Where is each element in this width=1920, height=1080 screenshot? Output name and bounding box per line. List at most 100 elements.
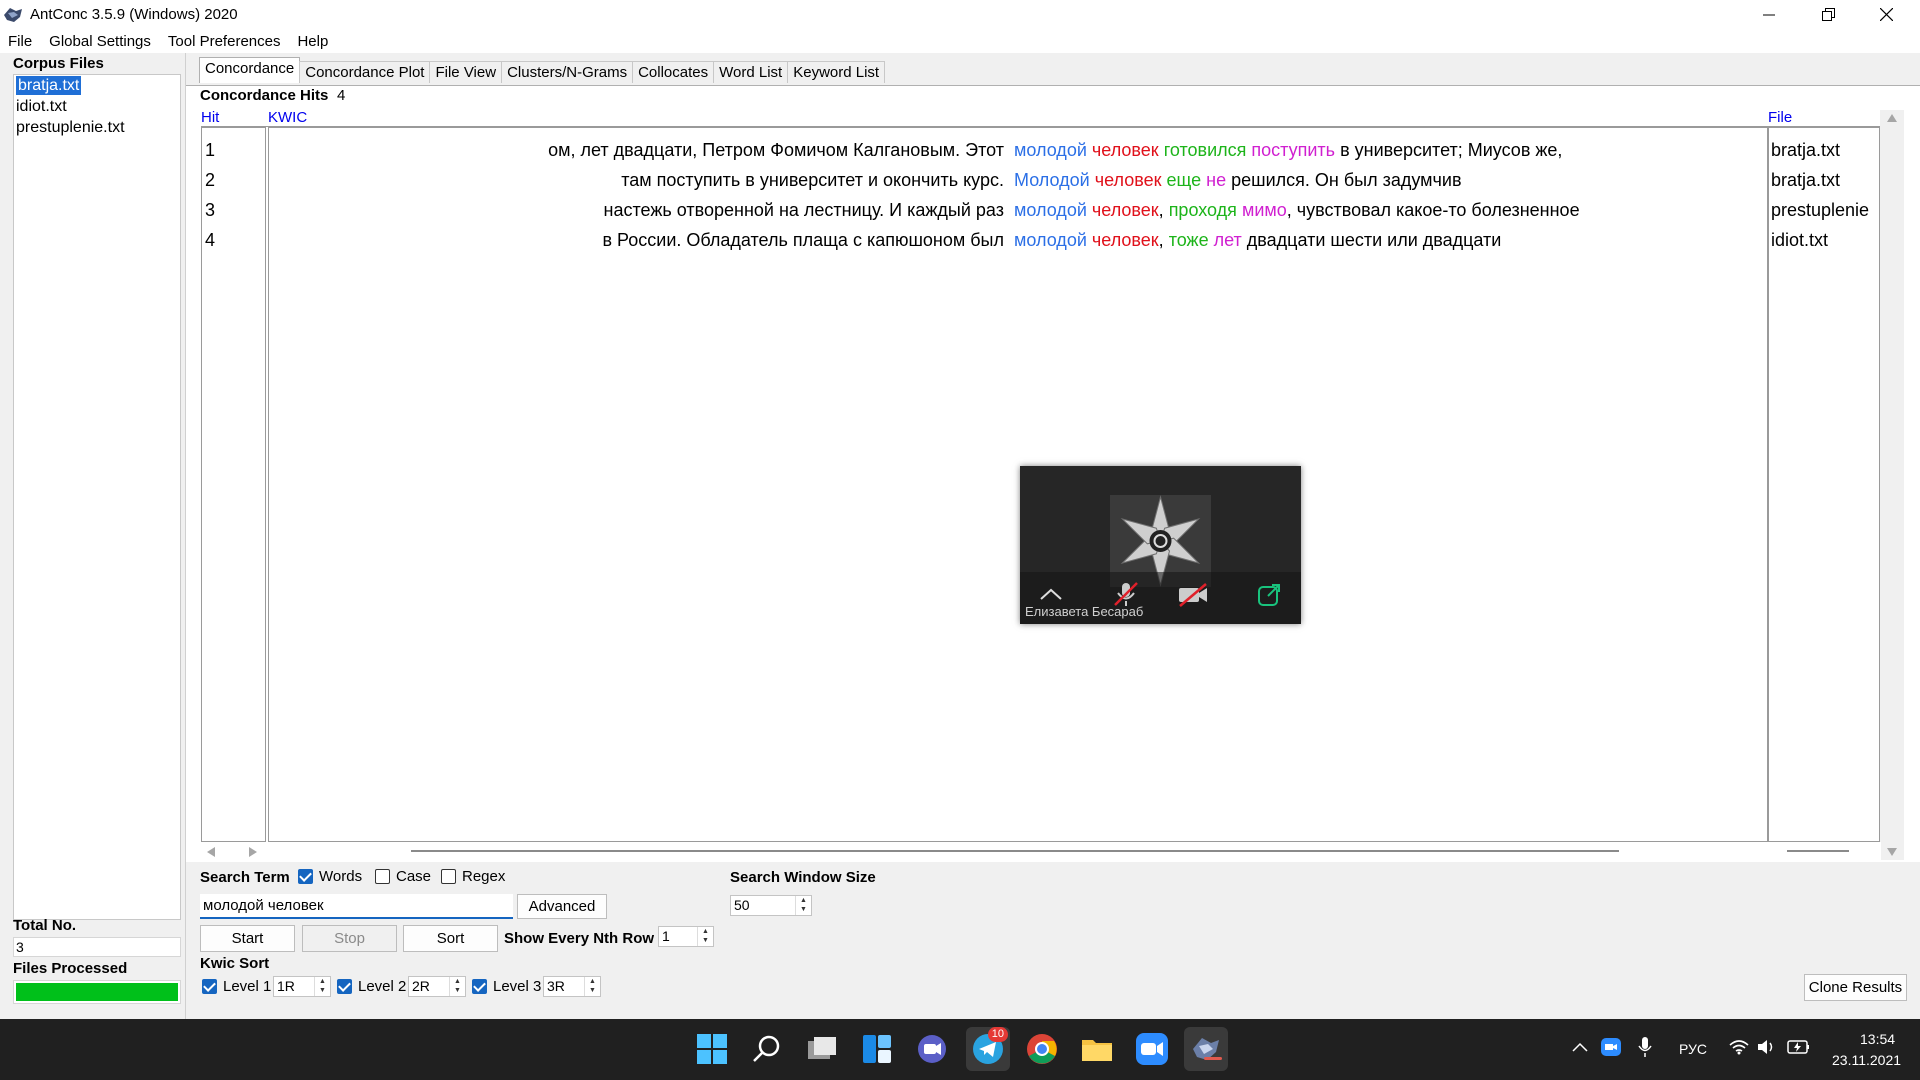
volume-icon[interactable] [1757,1038,1777,1056]
kwic-line[interactable]: настежь отворенной на лестницу. И каждый… [269,195,1767,225]
antconc-taskbar-button[interactable] [1184,1027,1228,1071]
kwic-right-context: молодой человек, проходя мимо, чувствова… [1014,195,1580,225]
windows-start-icon[interactable] [694,1031,730,1067]
task-view-icon[interactable] [804,1031,840,1067]
spinner-arrows-icon[interactable]: ▲ ▼ [449,977,465,996]
menu-tool-preferences[interactable]: Tool Preferences [168,33,281,50]
expand-window-icon[interactable] [1257,583,1281,607]
clock-date[interactable]: 23.11.2021 [1832,1052,1901,1068]
file-name[interactable]: idiot.txt [1769,225,1879,255]
close-button[interactable] [1858,0,1914,29]
camera-off-icon[interactable] [1177,582,1209,608]
file-rows: bratja.txt bratja.txt prestuplenie idiot.tx… [1769,128,1879,255]
minimize-button[interactable] [1741,0,1797,29]
telegram-button[interactable]: 10 [966,1027,1010,1071]
kwic-sort-level-1: Level 1 [202,978,271,995]
spinner-arrows-icon[interactable]: ▲ ▼ [314,977,330,996]
words-option[interactable]: Words [298,868,362,885]
corpus-file-item[interactable]: prestuplenie.txt [14,117,180,138]
battery-charging-icon[interactable] [1787,1039,1811,1055]
file-explorer-icon[interactable] [1079,1031,1115,1067]
scroll-left-icon[interactable] [207,847,215,857]
tab-concordance[interactable]: Concordance [199,57,301,83]
clone-results-button[interactable]: Clone Results [1804,974,1907,1001]
restore-button[interactable] [1800,0,1856,29]
kwic-line[interactable]: там поступить в университет и окончить к… [269,165,1767,195]
corpus-files-list[interactable]: bratja.txt idiot.txt prestuplenie.txt [13,74,181,920]
kwic-colored-word: мимо [1241,200,1287,220]
search-window-size-spinner[interactable]: 50 ▲ ▼ [730,895,812,916]
menu-global-settings[interactable]: Global Settings [49,33,151,50]
level-1-checkbox[interactable] [202,979,217,994]
case-option[interactable]: Case [375,868,431,885]
file-name[interactable]: bratja.txt [1769,135,1879,165]
file-horizontal-scrollbar[interactable] [1787,850,1849,852]
clock-time[interactable]: 13:54 [1860,1031,1895,1047]
level-3-checkbox[interactable] [472,979,487,994]
hit-column[interactable]: 1 2 3 4 [201,127,266,842]
spinner-arrows-icon[interactable]: ▲ ▼ [795,896,811,915]
level-2-spinner[interactable]: 2R ▲ ▼ [408,976,466,997]
teams-chat-icon[interactable] [914,1031,950,1067]
level-1-spinner[interactable]: 1R ▲ ▼ [273,976,331,997]
scroll-up-icon[interactable] [1887,114,1897,122]
case-checkbox[interactable] [375,869,390,884]
kwic-column-header[interactable]: KWIC [268,109,307,126]
active-app-indicator [1204,1057,1222,1060]
wifi-icon[interactable] [1729,1039,1749,1055]
advanced-button[interactable]: Advanced [517,894,607,919]
kwic-column[interactable]: ом, лет двадцати, Петром Фомичом Калгано… [268,127,1768,842]
corpus-file-item[interactable]: bratja.txt [14,75,180,96]
tab-clusters-ngrams[interactable]: Clusters/N-Grams [501,61,634,83]
kwic-sort-level-2: Level 2 [337,978,406,995]
level-3-label: Level 3 [493,978,542,995]
level-3-spinner[interactable]: 3R ▲ ▼ [543,976,601,997]
tab-file-view[interactable]: File View [429,61,503,83]
spinner-arrows-icon[interactable]: ▲ ▼ [584,977,600,996]
tab-word-list[interactable]: Word List [713,61,789,83]
kwic-colored-word: тоже [1168,230,1209,250]
nth-row-value: 1 [662,928,670,944]
hit-column-header[interactable]: Hit [201,109,219,126]
corpus-file-item[interactable]: idiot.txt [14,96,180,117]
regex-checkbox[interactable] [441,869,456,884]
vertical-scrollbar[interactable] [1880,110,1904,860]
case-label: Case [396,868,432,885]
input-language[interactable]: РУС [1679,1041,1707,1057]
show-hidden-icons-icon[interactable] [1572,1041,1588,1053]
zoom-tray-icon[interactable] [1601,1038,1621,1056]
widgets-icon[interactable] [859,1031,895,1067]
kwic-line[interactable]: в России. Обладатель плаща с капюшоном б… [269,225,1767,255]
regex-option[interactable]: Regex [441,868,505,885]
files-processed-progress [13,980,181,1004]
kwic-horizontal-scrollbar[interactable] [411,850,1619,852]
search-icon[interactable] [749,1031,785,1067]
kwic-line[interactable]: ом, лет двадцати, Петром Фомичом Калгано… [269,135,1767,165]
words-checkbox[interactable] [298,869,313,884]
file-name[interactable]: prestuplenie [1769,195,1879,225]
spinner-arrows-icon[interactable]: ▲ ▼ [697,927,713,946]
menu-file[interactable]: File [8,33,32,50]
zoom-app-icon[interactable] [1134,1031,1170,1067]
tab-concordance-plot[interactable]: Concordance Plot [299,61,431,83]
file-column[interactable]: bratja.txt bratja.txt prestuplenie idiot.tx… [1768,127,1880,842]
kwic-colored-word: поступить [1251,140,1336,160]
menu-help[interactable]: Help [297,33,328,50]
chevron-up-icon[interactable] [1039,587,1063,601]
start-button[interactable]: Start [200,925,295,952]
chrome-icon[interactable] [1024,1031,1060,1067]
tab-collocates[interactable]: Collocates [632,61,715,83]
microphone-icon[interactable] [1638,1036,1652,1058]
sort-button[interactable]: Sort [403,925,498,952]
search-term-input[interactable] [200,894,513,919]
video-call-popup[interactable]: Елизавета Бесараб [1020,466,1301,624]
scroll-right-icon[interactable] [249,847,257,857]
stop-button[interactable]: Stop [302,925,397,952]
level-2-checkbox[interactable] [337,979,352,994]
scroll-down-icon[interactable] [1887,848,1897,856]
tab-keyword-list[interactable]: Keyword List [787,61,886,83]
file-column-header[interactable]: File [1768,109,1792,126]
file-name[interactable]: bratja.txt [1769,165,1879,195]
nth-row-spinner[interactable]: 1 ▲ ▼ [658,926,714,947]
kwic-colored-word: человек [1094,170,1162,190]
